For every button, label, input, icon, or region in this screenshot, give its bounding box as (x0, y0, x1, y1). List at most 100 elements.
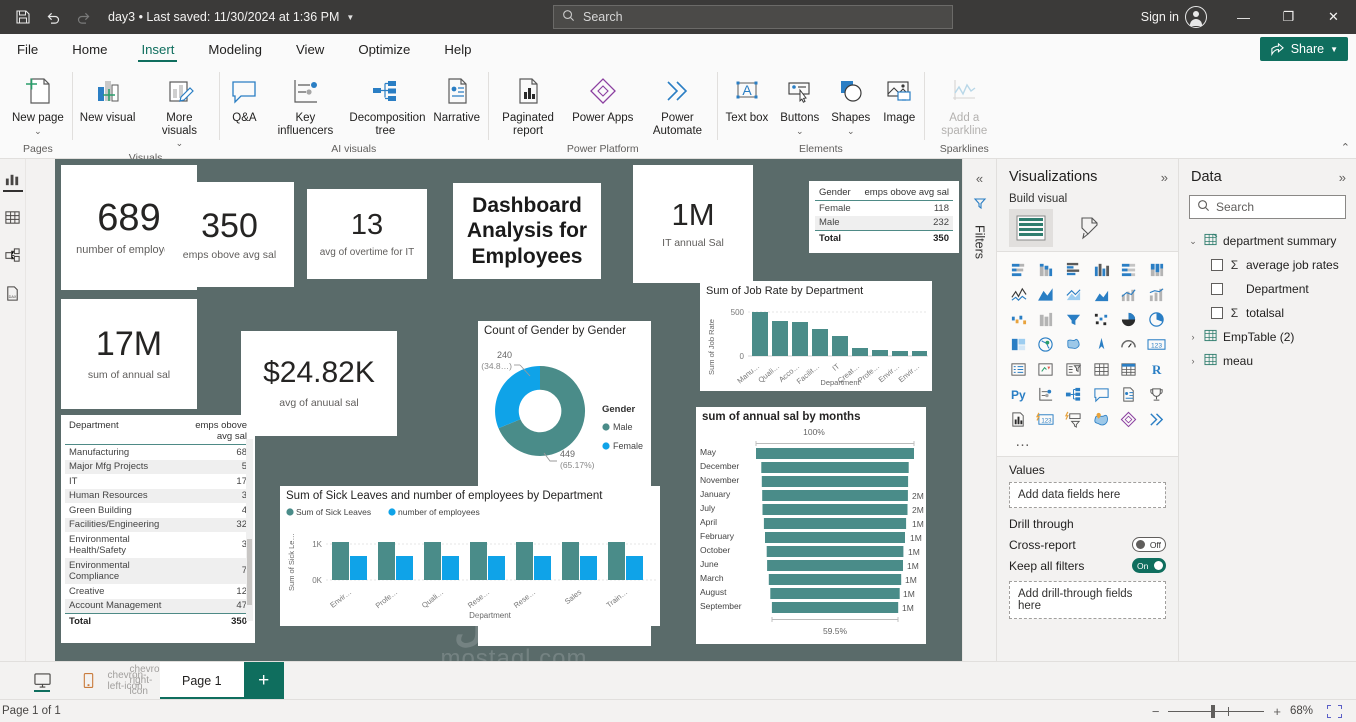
narrative-icon[interactable] (1116, 383, 1143, 406)
chevron-right-icon[interactable]: › (1187, 356, 1199, 366)
slicer-icon[interactable] (1060, 358, 1087, 381)
chevrons-left-icon[interactable]: « (976, 171, 983, 186)
narrative-button[interactable]: Narrative (427, 68, 486, 127)
100-stacked-column-chart-icon[interactable] (1143, 258, 1170, 281)
table-department-above-avg[interactable]: Department emps obove avg sal Manufactur… (61, 415, 255, 643)
add-page-button[interactable]: + (243, 662, 284, 699)
decomposition-tree-button[interactable]: Decomposition tree (343, 68, 427, 139)
field-checkbox[interactable] (1211, 283, 1223, 295)
chevron-down-icon[interactable]: ⌄ (1187, 236, 1199, 247)
fields-grid-icon[interactable] (1009, 209, 1053, 247)
tab-optimize[interactable]: Optimize (341, 34, 427, 64)
shape-map-icon[interactable] (1088, 333, 1115, 356)
account-avatar-icon[interactable] (1185, 6, 1207, 28)
filters-pane-collapsed[interactable]: « Filters (962, 159, 996, 661)
shapes-button[interactable]: Shapes ⌄ (825, 68, 876, 139)
ribbon-chart-icon[interactable] (1143, 283, 1170, 306)
ribbon-collapse-icon[interactable]: ⌃ (1341, 141, 1350, 154)
redo-icon[interactable] (68, 2, 98, 32)
clustered-bar-chart-icon[interactable] (1060, 258, 1087, 281)
mobile-view-icon[interactable] (74, 662, 102, 699)
pie-chart-icon[interactable] (1088, 308, 1115, 331)
table-node-department-summary[interactable]: ⌄ department summary (1185, 229, 1350, 253)
new-page-button[interactable]: New page ⌄ (6, 68, 70, 139)
table-grid-icon[interactable] (3, 207, 23, 227)
image-button[interactable]: Image (876, 68, 922, 127)
line-chart-icon[interactable] (1005, 283, 1032, 306)
metrics-trophy-icon[interactable] (1143, 383, 1170, 406)
table-icon[interactable] (1088, 358, 1115, 381)
chart-job-rate-by-department[interactable]: Sum of Job Rate by Department Sum of Job… (700, 281, 932, 391)
filter-funnel-icon[interactable] (973, 196, 987, 213)
share-button[interactable]: Share ▼ (1259, 37, 1348, 61)
dax-query-icon[interactable]: DAX (3, 283, 23, 303)
field-checkbox[interactable] (1211, 259, 1223, 271)
card-it-annual-sal[interactable]: 1M IT annual Sal (633, 165, 753, 283)
chevron-right-icon[interactable]: › (1187, 332, 1199, 342)
r-script-visual-icon[interactable]: R (1143, 358, 1170, 381)
qanda-icon[interactable] (1088, 383, 1115, 406)
shapes-caret-icon[interactable]: ⌄ (847, 125, 855, 138)
key-influencers-button[interactable]: Key influencers (267, 68, 343, 139)
desktop-view-icon[interactable] (28, 662, 56, 699)
dashboard-title-textbox[interactable]: Dashboard Analysis for Employees (453, 183, 601, 279)
tab-modeling[interactable]: Modeling (191, 34, 279, 64)
page-tab-page-1[interactable]: Page 1 (160, 662, 244, 699)
scatter-chart-icon[interactable] (1060, 308, 1087, 331)
col-gender[interactable]: Gender (815, 185, 857, 201)
new-visual-button[interactable]: New visual (74, 68, 142, 127)
cross-report-toggle[interactable]: Off (1132, 537, 1166, 552)
more-visuals-caret-icon[interactable]: ⌄ (176, 137, 184, 150)
col-department[interactable]: Department (65, 418, 185, 445)
next-page-button[interactable]: chevron-right-icon (130, 662, 169, 699)
clustered-column-chart-icon[interactable] (1088, 258, 1115, 281)
col-emps-above-avg[interactable]: emps obove avg sal (856, 185, 953, 201)
model-relationship-icon[interactable] (3, 245, 23, 265)
text-box-button[interactable]: A Text box (719, 68, 774, 127)
zoom-out-button[interactable]: − (1152, 704, 1160, 719)
python-visual-icon[interactable]: Py (1005, 383, 1032, 406)
search-box[interactable]: Search (553, 5, 953, 29)
buttons-caret-icon[interactable]: ⌄ (796, 125, 804, 138)
area-chart-icon[interactable] (1033, 283, 1060, 306)
funnel-chart-icon[interactable] (1033, 308, 1060, 331)
fit-to-page-icon[interactable] (1327, 704, 1342, 718)
line-stacked-column-chart-icon[interactable] (1088, 283, 1115, 306)
tab-insert[interactable]: Insert (124, 34, 191, 64)
chevrons-right-icon[interactable]: » (1161, 170, 1168, 185)
table-scrollbar[interactable] (246, 439, 253, 621)
filled-map-icon[interactable] (1033, 333, 1060, 356)
values-dropzone[interactable]: Add data fields here (1009, 482, 1166, 508)
chevrons-right-icon[interactable]: » (1339, 170, 1346, 185)
zoom-in-button[interactable]: + (1273, 704, 1281, 719)
card-sum-annual-sal[interactable]: 17M sum of annual sal (61, 299, 197, 409)
key-influencers-icon[interactable] (1033, 383, 1060, 406)
keep-all-filters-toggle[interactable]: On (1132, 558, 1166, 573)
zoom-slider-thumb[interactable] (1210, 704, 1215, 718)
report-canvas[interactable]: 689 number of employees 350 emps obove a… (55, 159, 962, 661)
paginated-report-icon[interactable] (1005, 408, 1032, 431)
stacked-bar-chart-icon[interactable] (1005, 258, 1032, 281)
gauge-icon[interactable] (1116, 333, 1143, 356)
save-icon[interactable] (8, 2, 38, 32)
power-automate-button[interactable]: Power Automate (639, 68, 715, 139)
tab-help[interactable]: Help (427, 34, 488, 64)
card-number-icon[interactable]: 123 (1143, 333, 1170, 356)
card-emps-above-avg-sal[interactable]: 350 emps obove avg sal (165, 182, 294, 287)
paginated-report-button[interactable]: Paginated report (490, 68, 566, 139)
undo-icon[interactable] (38, 2, 68, 32)
smart-slicer-icon[interactable] (1060, 408, 1087, 431)
power-automate-icon[interactable] (1143, 408, 1170, 431)
azure-map-icon[interactable] (1060, 333, 1087, 356)
chart-annual-sal-by-months[interactable]: sum of annual sal by months 100% May Dec… (696, 407, 926, 644)
new-page-caret-icon[interactable]: ⌄ (34, 125, 42, 138)
title-dropdown-icon[interactable]: ▼ (346, 13, 354, 22)
field-node-average-job-rates[interactable]: Σ average job rates (1185, 253, 1350, 277)
treemap-icon[interactable] (1143, 308, 1170, 331)
field-node-totalsal[interactable]: Σ totalsal (1185, 301, 1350, 325)
card-avg-annual-sal[interactable]: $24.82K avg of anuual sal (241, 331, 397, 436)
restore-button[interactable]: ❐ (1266, 0, 1311, 34)
scrollbar-thumb[interactable] (247, 539, 252, 605)
100-stacked-bar-chart-icon[interactable] (1116, 258, 1143, 281)
matrix-icon[interactable] (1116, 358, 1143, 381)
